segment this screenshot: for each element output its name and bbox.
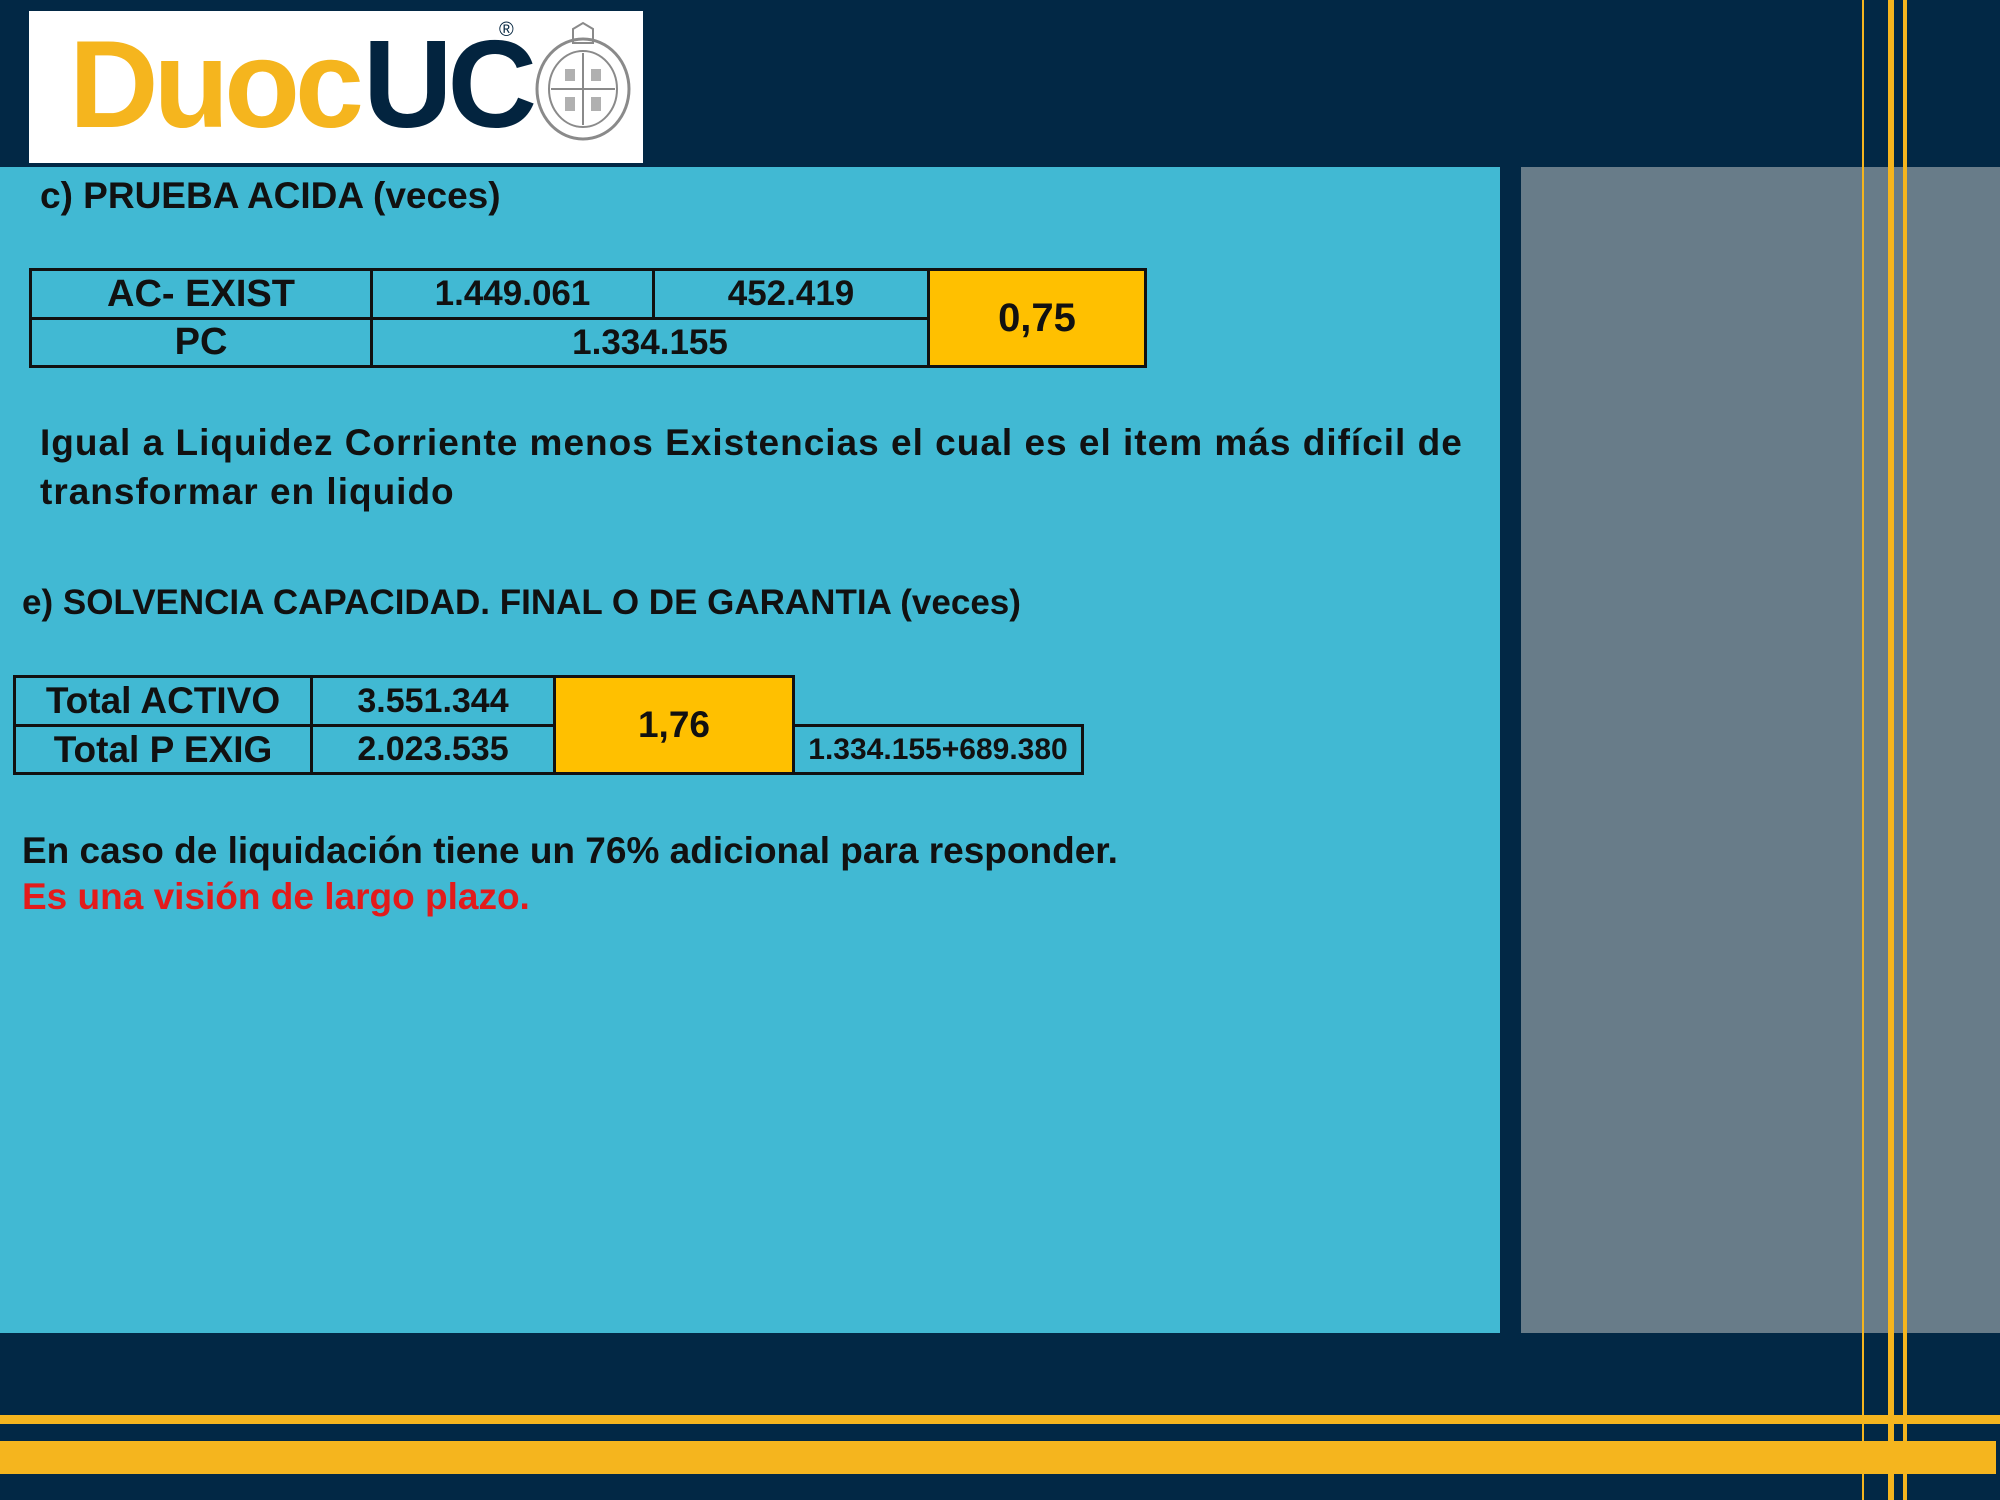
solvency-explanation: En caso de liquidación tiene un 76% adic…	[22, 830, 1118, 871]
acid-row1-label: AC- EXIST	[29, 268, 373, 320]
acid-row2-value: 1.334.155	[370, 317, 930, 368]
gold-vertical-line	[1862, 0, 1864, 1500]
acid-row1-value2: 452.419	[652, 268, 930, 320]
acid-row1-value1: 1.449.061	[370, 268, 655, 320]
solvency-row1-value: 3.551.344	[310, 675, 556, 727]
side-gray-panel	[1521, 167, 2000, 1333]
gold-vertical-line	[1903, 0, 1907, 1500]
solvency-row2-value: 2.023.535	[310, 724, 556, 775]
gold-horizontal-stripe	[0, 1441, 1996, 1474]
solvency-heading: e) SOLVENCIA CAPACIDAD. FINAL O DE GARAN…	[22, 583, 1021, 622]
logo-text-duoc: Duoc	[69, 16, 364, 154]
acid-result-cell: 0,75	[927, 268, 1147, 368]
duoc-uc-logo: Duoc UC ®	[29, 11, 643, 163]
registered-mark: ®	[499, 19, 514, 41]
gold-horizontal-stripe	[0, 1415, 2000, 1424]
solvency-highlight: Es una visión de largo plazo.	[22, 876, 530, 917]
solvency-row2-label: Total P EXIG	[13, 724, 313, 775]
acid-test-explanation: Igual a Liquidez Corriente menos Existen…	[40, 422, 1463, 512]
university-seal-icon	[535, 21, 631, 141]
solvency-breakdown-cell: 1.334.155+689.380	[792, 724, 1084, 775]
solvency-row1-label: Total ACTIVO	[13, 675, 313, 727]
acid-test-heading: c) PRUEBA ACIDA (veces)	[40, 175, 501, 216]
acid-row2-label: PC	[29, 317, 373, 368]
gold-vertical-line	[1888, 0, 1894, 1500]
solvency-result-cell: 1,76	[553, 675, 795, 775]
